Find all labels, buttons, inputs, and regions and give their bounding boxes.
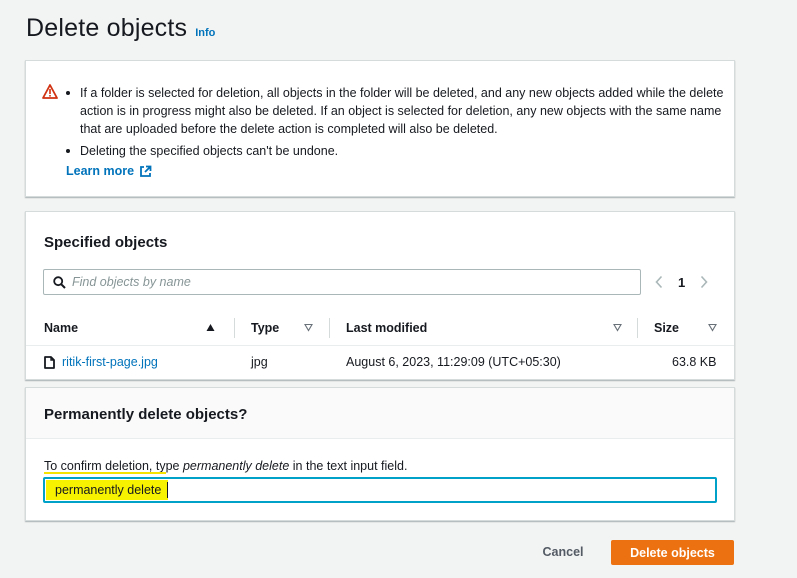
column-header-type[interactable]: Type — [251, 321, 279, 335]
cancel-button[interactable]: Cancel — [528, 540, 598, 564]
warning-item: Deleting the specified objects can't be … — [66, 142, 730, 160]
table-row: ritik-first-page.jpg jpg August 6, 2023,… — [26, 347, 734, 377]
sort-ascending-icon[interactable] — [206, 323, 215, 332]
pagination: 1 — [654, 270, 709, 294]
search-input[interactable] — [72, 275, 632, 289]
page-title: Delete objects — [26, 14, 188, 42]
next-page-icon[interactable] — [699, 275, 709, 289]
file-size: 63.8 KB — [672, 355, 717, 369]
file-last-modified: August 6, 2023, 11:29:09 (UTC+05:30) — [346, 355, 561, 369]
column-separator — [329, 318, 330, 338]
search-icon — [53, 275, 66, 289]
specified-objects-panel: Specified objects 1 Name Type Last modif… — [25, 211, 735, 380]
text-caret — [167, 482, 168, 498]
sort-icon[interactable] — [613, 323, 622, 332]
permanent-delete-title: Permanently delete objects? — [44, 406, 248, 423]
file-link[interactable]: ritik-first-page.jpg — [44, 355, 158, 369]
file-type: jpg — [251, 355, 268, 369]
warning-list: If a folder is selected for deletion, al… — [66, 84, 730, 160]
learn-more-label: Learn more — [66, 164, 135, 178]
column-header-name[interactable]: Name — [44, 321, 78, 335]
column-header-size[interactable]: Size — [654, 321, 679, 335]
column-header-last-modified[interactable]: Last modified — [346, 321, 427, 335]
learn-more-link[interactable]: Learn more — [66, 164, 152, 178]
file-name: ritik-first-page.jpg — [62, 355, 158, 369]
confirm-input-value: permanently delete — [55, 483, 162, 497]
table-header: Name Type Last modified Size — [26, 310, 734, 346]
page-header: Delete objects Info — [26, 14, 215, 43]
column-separator — [637, 318, 638, 338]
info-link[interactable]: Info — [195, 27, 215, 39]
page-number[interactable]: 1 — [678, 275, 685, 290]
column-separator — [234, 318, 235, 338]
specified-objects-title: Specified objects — [44, 234, 168, 251]
previous-page-icon[interactable] — [654, 275, 664, 289]
confirm-input[interactable]: permanently delete — [43, 477, 717, 503]
delete-objects-button[interactable]: Delete objects — [611, 540, 734, 565]
warning-icon — [42, 84, 58, 99]
confirm-instruction: To confirm deletion, type permanently de… — [44, 459, 408, 473]
search-box[interactable] — [43, 269, 641, 295]
sort-icon[interactable] — [708, 323, 717, 332]
file-icon — [44, 355, 55, 369]
warning-item: If a folder is selected for deletion, al… — [66, 84, 730, 138]
highlight-underline — [44, 472, 166, 474]
external-link-icon — [140, 165, 152, 177]
sort-icon[interactable] — [304, 323, 313, 332]
warning-alert: If a folder is selected for deletion, al… — [25, 60, 735, 197]
permanent-delete-panel: Permanently delete objects? To confirm d… — [25, 387, 735, 521]
permanent-delete-header: Permanently delete objects? — [26, 388, 734, 439]
